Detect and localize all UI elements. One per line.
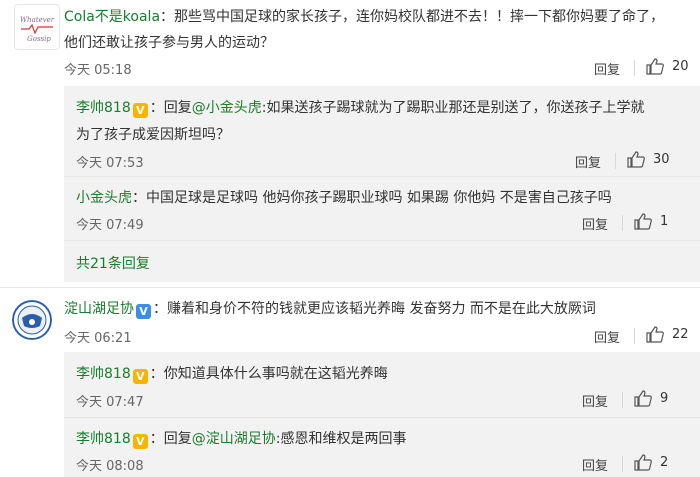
divider [622,392,623,408]
football-association-logo-icon [12,300,52,340]
like-button[interactable]: 22 [646,326,689,343]
reply-button[interactable]: 回复 [582,455,608,474]
reply-text: 李帅818 V ：回复@小金头虎:如果送孩子踢球就为了踢职业那还是别送了，你送孩子上… [76,97,644,118]
like-count: 9 [660,391,669,406]
reply-text: 李帅818 V ：你知道具体什么事吗就在这韬光养晦 [76,363,388,384]
comment-body-line2: 他们还敢让孩子参与男人的运动？ [64,35,274,51]
thumbs-up-icon [634,213,652,230]
mention-link[interactable]: @淀山湖足协 [192,431,276,447]
username[interactable]: 李帅818 [76,100,131,116]
like-button[interactable]: 2 [634,454,668,471]
thumbs-up-icon [627,151,645,168]
verified-badge-icon: V [132,103,148,118]
divider [634,60,635,76]
reply-body: ：你知道具体什么事吗就在这韬光养晦 [149,366,388,382]
divider [634,328,635,344]
reply-button[interactable]: 回复 [594,327,620,346]
reply-text: 李帅818 V ：回复@淀山湖足协:感恩和维权是两回事 [76,428,406,449]
like-button[interactable]: 9 [634,390,668,407]
reply-button[interactable]: 回复 [594,59,620,78]
like-count: 30 [653,152,670,167]
divider [622,215,623,231]
username[interactable]: 李帅818 [76,431,131,447]
timestamp: 今天 06:21 [64,331,132,346]
thumbs-up-icon [646,326,664,343]
username[interactable]: 淀山湖足协 [64,301,134,317]
svg-text:Whatever: Whatever [20,16,55,24]
avatar[interactable]: Whatever Gossip [14,4,60,50]
divider [622,456,623,472]
comment-body: ：赚着和身价不符的钱就更应该韬光养晦 发奋努力 而不是在此大放厥词 [153,301,596,317]
thumbs-up-icon [634,454,652,471]
svg-text:Gossip: Gossip [27,35,51,43]
reply-text: 小金头虎：中国足球是足球吗 他妈你孩子踢职业球吗 如果踢 你他妈 不是害自己孩子… [76,187,612,207]
mention-link[interactable]: @小金头虎 [192,100,262,116]
like-count: 2 [660,455,669,470]
divider [64,417,700,418]
comment-text: 淀山湖足协 V ：赚着和身价不符的钱就更应该韬光养晦 发奋努力 而不是在此大放厥词 [64,298,596,319]
like-count: 20 [672,59,689,74]
more-replies-link[interactable]: 共21条回复 [76,253,150,273]
like-count: 1 [660,214,669,229]
reply-button[interactable]: 回复 [575,152,601,171]
reply-prefix: ：回复 [149,100,192,116]
like-count: 22 [672,327,689,342]
username[interactable]: 李帅818 [76,366,131,382]
timestamp: 今天 08:08 [76,459,144,474]
verified-badge-icon: V [136,304,151,319]
reply-button[interactable]: 回复 [582,391,608,410]
avatar-logo-icon: Whatever Gossip [20,16,55,43]
username[interactable]: Cola不是koala [64,9,160,25]
comment-text: Cola不是koala：那些骂中国足球的家长孩子，连你妈校队都进不去！！摔一下都… [64,6,664,26]
like-button[interactable]: 30 [627,151,670,168]
timestamp: 今天 07:49 [76,218,144,233]
like-button[interactable]: 1 [634,213,668,230]
like-button[interactable]: 20 [646,58,689,75]
reply-body: :如果送孩子踢球就为了踢职业那还是别送了，你送孩子上学就 [261,100,645,116]
thumbs-up-icon [646,58,664,75]
divider [64,176,700,177]
reply-body-line2: 为了孩子成爱因斯坦吗？ [76,127,230,143]
comment-body: ：那些骂中国足球的家长孩子，连你妈校队都进不去！！摔一下都你妈要了命了， [160,9,665,25]
timestamp: 今天 07:47 [76,395,144,410]
comment-separator [0,287,700,288]
verified-badge-icon: V [132,434,148,449]
divider [64,240,700,241]
verified-badge-icon: V [132,369,148,384]
timestamp: 今天 05:18 [64,63,132,78]
divider [615,153,616,169]
username[interactable]: 小金头虎 [76,190,132,206]
reply-body: ：中国足球是足球吗 他妈你孩子踢职业球吗 如果踢 你他妈 不是害自己孩子吗 [132,190,612,206]
reply-body: :感恩和维权是两回事 [275,431,407,447]
reply-button[interactable]: 回复 [582,214,608,233]
thumbs-up-icon [634,390,652,407]
avatar[interactable] [12,300,52,340]
reply-prefix: ：回复 [149,431,192,447]
timestamp: 今天 07:53 [76,156,144,171]
